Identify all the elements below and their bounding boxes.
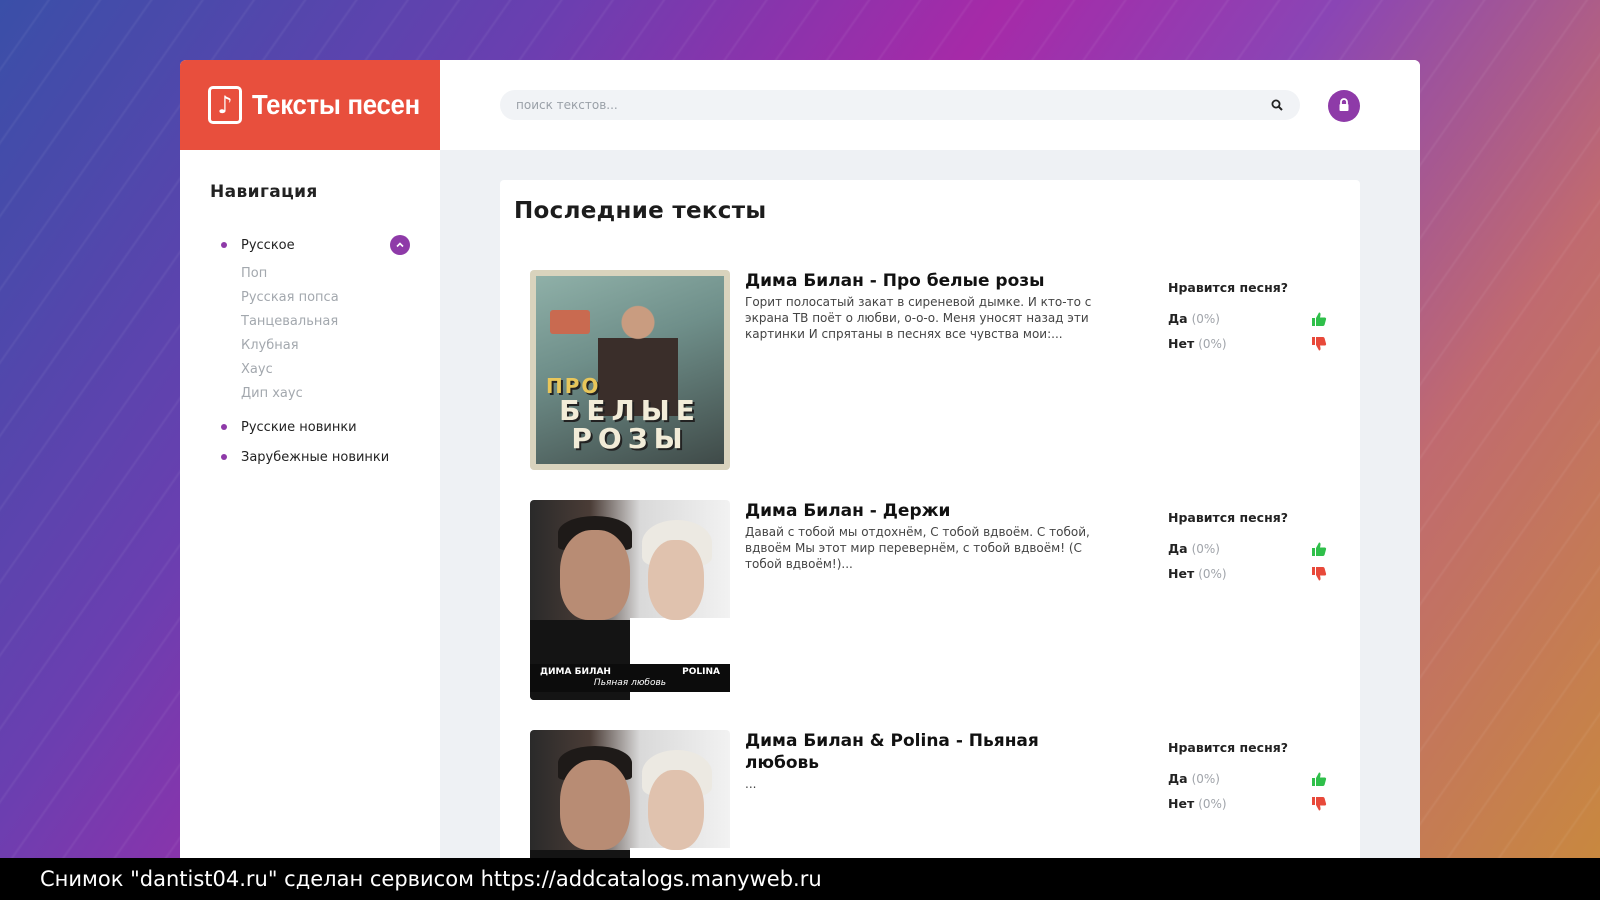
lock-icon xyxy=(1338,97,1350,116)
content-panel: Последние тексты ПРО БЕЛЫЕ РОЗЫ Дима Бил… xyxy=(500,180,1360,858)
nav-item-russkie-novinki[interactable]: Русские новинки xyxy=(210,412,410,442)
nav-title: Навигация xyxy=(210,182,318,202)
bullet-icon xyxy=(221,242,227,248)
vote-box: Нравится песня? Да (0%) Нет (0%) xyxy=(1146,270,1346,470)
nav-item-label: Русское xyxy=(241,237,295,253)
song-title-link[interactable]: Дима Билан - Держи xyxy=(745,500,1146,522)
vote-yes-percent: (0%) xyxy=(1191,771,1220,786)
subnav-item-pop[interactable]: Поп xyxy=(241,262,410,286)
song-excerpt: Давай с тобой мы отдохнём, С тобой вдвоё… xyxy=(745,525,1090,571)
song-info: Дима Билан - Держи Давай с тобой мы отдо… xyxy=(730,500,1146,700)
subnav-item-haus[interactable]: Хаус xyxy=(241,358,410,382)
cover-text: ДИМА БИЛАН xyxy=(540,667,611,677)
thumbs-up-icon[interactable] xyxy=(1310,770,1328,788)
search-icon[interactable] xyxy=(1270,98,1284,112)
main-area: Последние тексты ПРО БЕЛЫЕ РОЗЫ Дима Бил… xyxy=(440,150,1420,858)
vote-yes-row: Да (0%) xyxy=(1168,536,1346,561)
cover-text: Пьяная любовь xyxy=(593,678,667,688)
song-cover-image[interactable]: ДИМА БИЛАН POLINA Пьяная любовь xyxy=(530,500,730,700)
song-excerpt: Горит полосатый закат в сиреневой дымке.… xyxy=(745,295,1092,341)
artist-figure xyxy=(530,850,640,858)
vote-yes-percent: (0%) xyxy=(1191,541,1220,556)
vote-no-label: Нет xyxy=(1168,566,1195,581)
site-window: ♪ Тексты песен Навигация Русское Поп Рус… xyxy=(180,60,1420,858)
vote-yes-label: Да xyxy=(1168,541,1188,556)
song-card: Дима Билан & Polina - Пьяная любовь ... … xyxy=(514,730,1346,858)
subnav-item-tantsevalnaya[interactable]: Танцевальная xyxy=(241,310,410,334)
song-title-link[interactable]: Дима Билан - Про белые розы xyxy=(745,270,1146,292)
song-card: ПРО БЕЛЫЕ РОЗЫ Дима Билан - Про белые ро… xyxy=(514,270,1346,470)
cover-text: POLINA xyxy=(682,667,720,677)
bullet-icon xyxy=(221,454,227,460)
thumbs-up-icon[interactable] xyxy=(1310,310,1328,328)
thumbs-down-icon[interactable] xyxy=(1310,795,1328,813)
vote-no-row: Нет (0%) xyxy=(1168,331,1346,356)
subnav-item-russkaya-popsa[interactable]: Русская попса xyxy=(241,286,410,310)
cover-text: РОЗЫ xyxy=(571,422,689,455)
vote-no-percent: (0%) xyxy=(1198,336,1227,351)
vote-yes-label: Да xyxy=(1168,771,1188,786)
screenshot-caption: Снимок "dantist04.ru" сделан сервисом ht… xyxy=(40,867,822,891)
sidebar: Навигация Русское Поп Русская попса Танц… xyxy=(180,150,440,858)
page-title: Последние тексты xyxy=(514,198,767,224)
vote-question: Нравится песня? xyxy=(1168,280,1288,295)
music-note-icon: ♪ xyxy=(208,86,242,124)
vote-yes-row: Да (0%) xyxy=(1168,766,1346,791)
vote-yes-percent: (0%) xyxy=(1191,311,1220,326)
song-info: Дима Билан - Про белые розы Горит полоса… xyxy=(730,270,1146,470)
subnav-item-klubnaya[interactable]: Клубная xyxy=(241,334,410,358)
vote-no-label: Нет xyxy=(1168,336,1195,351)
collapse-toggle-button[interactable] xyxy=(390,235,410,255)
vote-no-row: Нет (0%) xyxy=(1168,561,1346,586)
site-logo[interactable]: ♪ Тексты песен xyxy=(180,60,440,150)
vote-question: Нравится песня? xyxy=(1168,510,1288,525)
vote-box: Нравится песня? Да (0%) Нет (0%) xyxy=(1146,730,1346,858)
vote-no-label: Нет xyxy=(1168,796,1195,811)
search-bar xyxy=(500,90,1300,120)
thumbs-down-icon[interactable] xyxy=(1310,565,1328,583)
vote-yes-label: Да xyxy=(1168,311,1188,326)
song-excerpt: ... xyxy=(745,777,757,791)
boombox-graphic xyxy=(550,310,590,334)
vote-question: Нравится песня? xyxy=(1168,740,1288,755)
vote-yes-row: Да (0%) xyxy=(1168,306,1346,331)
header xyxy=(440,60,1420,150)
nav-item-label: Зарубежные новинки xyxy=(241,449,390,465)
vote-no-percent: (0%) xyxy=(1198,566,1227,581)
nav-item-label: Русские новинки xyxy=(241,419,357,435)
song-cover-image[interactable]: ПРО БЕЛЫЕ РОЗЫ xyxy=(530,270,730,470)
subnav-russkoe: Поп Русская попса Танцевальная Клубная Х… xyxy=(210,260,410,412)
song-title-link[interactable]: Дима Билан & Polina - Пьяная любовь xyxy=(745,730,1075,774)
song-info: Дима Билан & Polina - Пьяная любовь ... xyxy=(730,730,1146,858)
login-button[interactable] xyxy=(1328,90,1360,122)
subnav-item-dip-haus[interactable]: Дип хаус xyxy=(241,382,410,406)
artist-figure xyxy=(560,760,630,850)
nav-item-zarubezhnye-novinki[interactable]: Зарубежные новинки xyxy=(210,442,410,472)
bullet-icon xyxy=(221,424,227,430)
artist-figure xyxy=(648,770,704,850)
vote-box: Нравится песня? Да (0%) Нет (0%) xyxy=(1146,500,1346,700)
vote-no-percent: (0%) xyxy=(1198,796,1227,811)
artist-figure xyxy=(560,530,630,620)
song-card: ДИМА БИЛАН POLINA Пьяная любовь Дима Бил… xyxy=(514,500,1346,700)
nav-item-russkoe[interactable]: Русское xyxy=(210,230,410,260)
chevron-up-icon xyxy=(396,242,404,248)
thumbs-down-icon[interactable] xyxy=(1310,335,1328,353)
thumbs-up-icon[interactable] xyxy=(1310,540,1328,558)
song-cover-image[interactable] xyxy=(530,730,730,858)
cover-caption-band: ДИМА БИЛАН POLINA Пьяная любовь xyxy=(530,664,730,692)
logo-text: Тексты песен xyxy=(252,89,420,120)
screenshot-caption-bar: Снимок "dantist04.ru" сделан сервисом ht… xyxy=(0,858,1600,900)
search-input[interactable] xyxy=(516,98,1270,112)
artist-figure xyxy=(648,540,704,620)
vote-no-row: Нет (0%) xyxy=(1168,791,1346,816)
